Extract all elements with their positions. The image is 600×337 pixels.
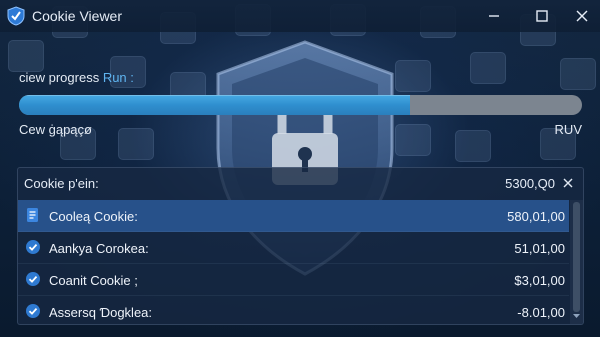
close-button[interactable]: [570, 4, 594, 28]
cookie-value: 51,01,00: [514, 241, 565, 256]
list-item[interactable]: Cooleą Cookie: 580,01,00: [18, 200, 569, 232]
maximize-icon: [536, 10, 548, 22]
scrollbar[interactable]: [570, 200, 583, 324]
progress-status-text: Cew ġąpąçø: [19, 122, 92, 137]
progress-run-link[interactable]: Run :: [103, 70, 134, 85]
background-tile: [8, 40, 44, 72]
progress-label-text: ciew progress: [19, 70, 103, 85]
background-tile: [560, 58, 596, 90]
cookie-name: Assersq Ɗogklea:: [49, 305, 153, 320]
background-tile: [395, 60, 431, 92]
progress-label: ciew progress Run :: [19, 70, 134, 85]
list-item[interactable]: Assersq Ɗogklea: -8.01,00: [18, 296, 569, 324]
close-icon[interactable]: [561, 176, 575, 190]
chevron-down-icon[interactable]: [572, 312, 581, 320]
cookie-name: Coanit Cookie ;: [49, 273, 138, 288]
panel-title: Cookie p'ein:: [24, 176, 99, 191]
cookie-name: Cooleą Cookie:: [49, 209, 138, 224]
check-circle-icon: [26, 304, 40, 318]
list-item[interactable]: Coanit Cookie ; $3,01,00: [18, 264, 569, 296]
panel-header: Cookie p'ein: 5300,Q0: [18, 168, 583, 200]
background-tile: [395, 124, 431, 156]
minimize-button[interactable]: [482, 4, 506, 28]
cookie-value: $3,01,00: [514, 273, 565, 288]
cookie-value: 580,01,00: [507, 209, 565, 224]
window-title: Cookie Viewer: [32, 8, 123, 24]
maximize-button[interactable]: [530, 4, 554, 28]
minimize-icon: [489, 15, 499, 17]
progress-bar-fill: [19, 95, 411, 115]
cookie-panel: Cookie p'ein: 5300,Q0 Cooleą Cookie: 580…: [17, 167, 584, 325]
scrollbar-thumb[interactable]: [573, 202, 580, 312]
close-icon: [576, 10, 588, 22]
background-tile: [455, 130, 491, 162]
progress-status-value: RUV: [554, 122, 582, 137]
cookie-name: Aankya Corokea:: [49, 241, 149, 256]
check-circle-icon: [26, 240, 40, 254]
cookie-list: Cooleą Cookie: 580,01,00 Aankya Corokea:…: [18, 200, 569, 324]
document-icon: [27, 208, 38, 222]
background-tile: [470, 52, 506, 84]
progress-bar: [19, 95, 582, 115]
title-bar: Cookie Viewer: [0, 0, 600, 32]
list-item[interactable]: Aankya Corokea: 51,01,00: [18, 232, 569, 264]
background-tile: [118, 128, 154, 160]
panel-total: 5300,Q0: [505, 176, 555, 191]
check-circle-icon: [26, 272, 40, 286]
cookie-value: -8.01,00: [517, 305, 565, 320]
shield-check-icon: [7, 6, 25, 26]
